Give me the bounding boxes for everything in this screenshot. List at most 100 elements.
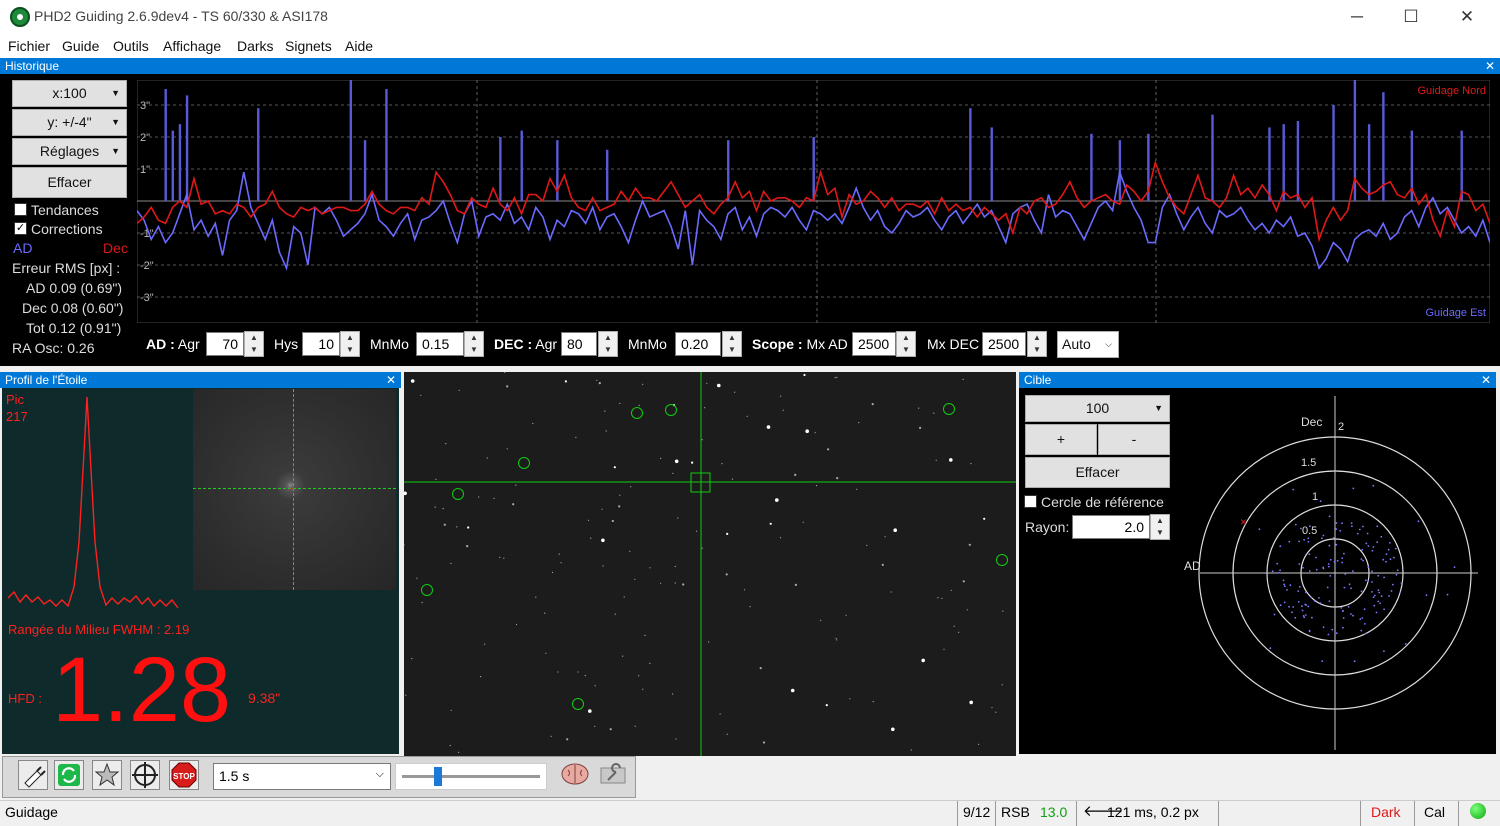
radius-input[interactable]: 2.0 bbox=[1072, 515, 1150, 539]
target-scale-select[interactable]: 100 ▼ bbox=[1025, 395, 1170, 422]
target-point bbox=[1352, 487, 1355, 490]
menu-outils[interactable]: Outils bbox=[113, 38, 149, 54]
target-point bbox=[1371, 591, 1373, 593]
target-point bbox=[1359, 618, 1362, 620]
menu-fichier[interactable]: Fichier bbox=[8, 38, 50, 54]
connect-equipment-button[interactable] bbox=[18, 760, 48, 790]
reference-circle-checkbox[interactable] bbox=[1024, 495, 1037, 508]
target-point bbox=[1372, 484, 1375, 487]
target-point bbox=[1367, 566, 1370, 569]
clear-history-button[interactable]: Effacer bbox=[12, 167, 127, 198]
close-window-button[interactable]: ✕ bbox=[1444, 4, 1490, 30]
target-close-icon[interactable]: ✕ bbox=[1481, 372, 1491, 388]
y-scale-select[interactable]: y: +/-4" ▼ bbox=[12, 109, 127, 136]
hfd-value: 1.28 bbox=[52, 639, 232, 741]
target-point bbox=[1326, 586, 1329, 589]
radius-spinner[interactable]: ▲ ▼ bbox=[1150, 514, 1170, 540]
corrections-checkbox[interactable]: ✓ bbox=[14, 222, 27, 235]
max-ra-duration-input[interactable]: 2500 bbox=[852, 332, 896, 356]
star-profile-close-icon[interactable]: ✕ bbox=[386, 372, 396, 388]
settings-select[interactable]: Réglages ▼ bbox=[12, 138, 127, 165]
ra-agr-spinner[interactable]: ▲ ▼ bbox=[244, 331, 264, 357]
target-point bbox=[1310, 596, 1312, 598]
ra-correction-bar bbox=[1090, 133, 1093, 201]
menu-affichage[interactable]: Affichage bbox=[163, 38, 221, 54]
status-divider bbox=[1360, 801, 1361, 826]
menu-guide[interactable]: Guide bbox=[62, 38, 99, 54]
star bbox=[919, 426, 922, 429]
hfd-arcsec: 9.38" bbox=[248, 690, 281, 706]
guide-button[interactable] bbox=[130, 760, 160, 790]
star-profile-graph bbox=[7, 396, 179, 609]
dec-agr-spinner[interactable]: ▲ ▼ bbox=[598, 331, 618, 357]
target-point bbox=[1327, 633, 1330, 636]
star bbox=[594, 725, 596, 727]
max-dec-spinner[interactable]: ▲ ▼ bbox=[1027, 331, 1047, 357]
camera-frame[interactable] bbox=[403, 371, 1016, 756]
svg-text:STOP: STOP bbox=[173, 772, 195, 781]
star bbox=[484, 643, 486, 645]
clear-target-button[interactable]: Effacer bbox=[1025, 457, 1170, 488]
trends-checkbox[interactable] bbox=[14, 203, 27, 216]
ra-minmove-spinner[interactable]: ▲ ▼ bbox=[464, 331, 484, 357]
star bbox=[814, 432, 816, 434]
star bbox=[968, 543, 971, 546]
menu-aide[interactable]: Aide bbox=[345, 38, 373, 54]
tools-button[interactable] bbox=[598, 760, 628, 790]
brain-button[interactable] bbox=[560, 760, 590, 790]
dec-minmove-input[interactable]: 0.20 bbox=[675, 332, 721, 356]
star bbox=[836, 477, 839, 480]
maximize-button[interactable]: ☐ bbox=[1388, 4, 1434, 30]
ra-correction-bar bbox=[1211, 114, 1214, 201]
target-latest-marker: × bbox=[1240, 515, 1247, 529]
hysteresis-input[interactable]: 10 bbox=[302, 332, 340, 356]
dec-minmove-spinner[interactable]: ▲ ▼ bbox=[722, 331, 742, 357]
minimize-button[interactable]: ─ bbox=[1334, 4, 1380, 30]
max-dec-duration-input[interactable]: 2500 bbox=[982, 332, 1026, 356]
star bbox=[619, 494, 621, 496]
auto-select-star-button[interactable] bbox=[92, 760, 122, 790]
target-point bbox=[1322, 534, 1325, 537]
star bbox=[790, 688, 795, 693]
zoom-in-button[interactable]: + bbox=[1025, 424, 1097, 455]
target-point bbox=[1360, 558, 1363, 560]
star bbox=[743, 589, 746, 591]
slider-thumb[interactable] bbox=[434, 767, 442, 786]
loop-button[interactable] bbox=[54, 760, 84, 790]
ra-agr-label: Agr bbox=[177, 336, 200, 352]
star bbox=[759, 667, 762, 670]
connection-status-icon bbox=[1470, 803, 1486, 819]
menu-signets[interactable]: Signets bbox=[285, 38, 332, 54]
ra-aggressiveness-input[interactable]: 70 bbox=[206, 332, 244, 356]
history-close-icon[interactable]: ✕ bbox=[1485, 58, 1495, 74]
dec-guide-mode-select[interactable]: Auto ⌵ bbox=[1057, 331, 1119, 358]
zoom-out-button[interactable]: - bbox=[1098, 424, 1170, 455]
star bbox=[467, 526, 470, 529]
star bbox=[566, 738, 569, 741]
x-scale-select[interactable]: x:100 ▼ bbox=[12, 80, 127, 107]
star bbox=[403, 491, 407, 496]
star bbox=[966, 609, 968, 611]
star bbox=[504, 371, 506, 373]
dec-aggressiveness-input[interactable]: 80 bbox=[561, 332, 597, 356]
ra-correction-bar bbox=[727, 140, 730, 201]
target-point bbox=[1315, 568, 1318, 571]
ra-minmove-input[interactable]: 0.15 bbox=[416, 332, 464, 356]
hys-spinner[interactable]: ▲ ▼ bbox=[340, 331, 360, 357]
status-divider bbox=[1076, 801, 1077, 826]
star bbox=[827, 448, 830, 451]
target-point bbox=[1305, 591, 1307, 594]
star bbox=[486, 457, 488, 459]
exposure-select[interactable]: 1.5 s ⌵ bbox=[213, 763, 391, 790]
target-point bbox=[1292, 606, 1295, 608]
gamma-slider[interactable] bbox=[395, 763, 547, 790]
target-point bbox=[1327, 565, 1330, 568]
status-divider bbox=[1218, 801, 1219, 826]
max-ra-spinner[interactable]: ▲ ▼ bbox=[896, 331, 916, 357]
menu-darks[interactable]: Darks bbox=[237, 38, 274, 54]
y-tick-label: 2" bbox=[140, 132, 150, 144]
target-point bbox=[1271, 570, 1274, 573]
stop-button[interactable]: STOP bbox=[169, 760, 199, 790]
star bbox=[550, 735, 552, 737]
star bbox=[949, 458, 953, 462]
